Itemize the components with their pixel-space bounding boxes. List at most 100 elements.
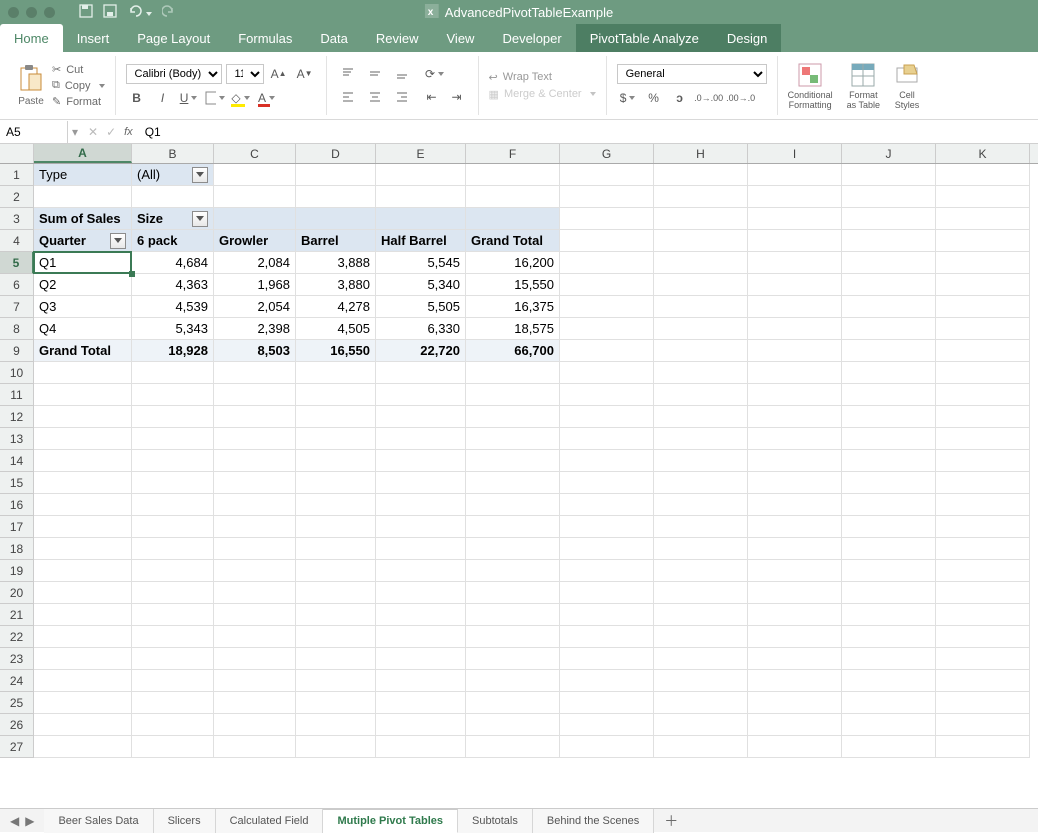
cell-F23[interactable]: [466, 648, 560, 670]
cell-E1[interactable]: [376, 164, 466, 186]
cell-B26[interactable]: [132, 714, 214, 736]
cell-C26[interactable]: [214, 714, 296, 736]
cell-F24[interactable]: [466, 670, 560, 692]
cell-C25[interactable]: [214, 692, 296, 714]
decrease-indent-button[interactable]: ⇤: [421, 87, 443, 107]
row-header-12[interactable]: 12: [0, 406, 34, 428]
tab-page-layout[interactable]: Page Layout: [123, 24, 224, 52]
cell-G14[interactable]: [560, 450, 654, 472]
cell-A13[interactable]: [34, 428, 132, 450]
cell-B11[interactable]: [132, 384, 214, 406]
cell-H3[interactable]: [654, 208, 748, 230]
filter-dropdown[interactable]: [192, 167, 208, 183]
size-dropdown[interactable]: [192, 211, 208, 227]
cell-I6[interactable]: [748, 274, 842, 296]
sheet-tab-beer-sales-data[interactable]: Beer Sales Data: [44, 809, 153, 833]
cell-G19[interactable]: [560, 560, 654, 582]
cell-F21[interactable]: [466, 604, 560, 626]
cell-E19[interactable]: [376, 560, 466, 582]
italic-button[interactable]: I: [152, 88, 174, 108]
cell-G2[interactable]: [560, 186, 654, 208]
save-icon[interactable]: [79, 4, 93, 21]
cell-I23[interactable]: [748, 648, 842, 670]
sheet-nav-next[interactable]: ▶: [25, 814, 34, 828]
cell-D27[interactable]: [296, 736, 376, 758]
cell-C1[interactable]: [214, 164, 296, 186]
cell-I11[interactable]: [748, 384, 842, 406]
cell-G6[interactable]: [560, 274, 654, 296]
row-header-5[interactable]: 5: [0, 252, 34, 274]
increase-decimal-button[interactable]: .0→.00: [695, 88, 723, 108]
row-header-13[interactable]: 13: [0, 428, 34, 450]
cell-G3[interactable]: [560, 208, 654, 230]
cell-D2[interactable]: [296, 186, 376, 208]
cell-C11[interactable]: [214, 384, 296, 406]
cell-J18[interactable]: [842, 538, 936, 560]
cell-C3[interactable]: [214, 208, 296, 230]
font-size-select[interactable]: 11: [226, 64, 264, 84]
row-header-25[interactable]: 25: [0, 692, 34, 714]
align-top-button[interactable]: [337, 64, 359, 84]
cell-C21[interactable]: [214, 604, 296, 626]
cell-B24[interactable]: [132, 670, 214, 692]
cell-C5[interactable]: 2,084: [214, 252, 296, 274]
cell-A24[interactable]: [34, 670, 132, 692]
cell-G13[interactable]: [560, 428, 654, 450]
cell-E11[interactable]: [376, 384, 466, 406]
cell-K23[interactable]: [936, 648, 1030, 670]
cell-J10[interactable]: [842, 362, 936, 384]
cell-D6[interactable]: 3,880: [296, 274, 376, 296]
cell-C24[interactable]: [214, 670, 296, 692]
increase-indent-button[interactable]: ⇥: [446, 87, 468, 107]
undo-icon[interactable]: [127, 4, 152, 21]
cell-J15[interactable]: [842, 472, 936, 494]
cell-E7[interactable]: 5,505: [376, 296, 466, 318]
cell-D20[interactable]: [296, 582, 376, 604]
cut-button[interactable]: ✂Cut: [52, 63, 105, 76]
cell-D21[interactable]: [296, 604, 376, 626]
cell-E14[interactable]: [376, 450, 466, 472]
cell-A8[interactable]: Q4: [34, 318, 132, 340]
cell-B13[interactable]: [132, 428, 214, 450]
cell-F8[interactable]: 18,575: [466, 318, 560, 340]
row-header-15[interactable]: 15: [0, 472, 34, 494]
cell-G26[interactable]: [560, 714, 654, 736]
cell-E15[interactable]: [376, 472, 466, 494]
row-header-18[interactable]: 18: [0, 538, 34, 560]
cell-J23[interactable]: [842, 648, 936, 670]
cell-I3[interactable]: [748, 208, 842, 230]
cell-I20[interactable]: [748, 582, 842, 604]
cell-K19[interactable]: [936, 560, 1030, 582]
cell-F25[interactable]: [466, 692, 560, 714]
cell-D3[interactable]: [296, 208, 376, 230]
cell-F12[interactable]: [466, 406, 560, 428]
sheet-tab-slicers[interactable]: Slicers: [154, 809, 216, 833]
cell-A10[interactable]: [34, 362, 132, 384]
cell-I27[interactable]: [748, 736, 842, 758]
cell-E9[interactable]: 22,720: [376, 340, 466, 362]
cell-F9[interactable]: 66,700: [466, 340, 560, 362]
namebox-dropdown[interactable]: ▾: [68, 125, 82, 139]
font-name-select[interactable]: Calibri (Body): [126, 64, 222, 84]
cell-B17[interactable]: [132, 516, 214, 538]
fill-handle[interactable]: [129, 271, 135, 277]
cell-A16[interactable]: [34, 494, 132, 516]
sheet-tab-behind-the-scenes[interactable]: Behind the Scenes: [533, 809, 654, 833]
cell-I9[interactable]: [748, 340, 842, 362]
cell-F6[interactable]: 15,550: [466, 274, 560, 296]
cell-B5[interactable]: 4,684: [132, 252, 214, 274]
cell-I24[interactable]: [748, 670, 842, 692]
cell-E22[interactable]: [376, 626, 466, 648]
cell-D10[interactable]: [296, 362, 376, 384]
underline-button[interactable]: U: [178, 88, 200, 108]
cell-I15[interactable]: [748, 472, 842, 494]
cell-F15[interactable]: [466, 472, 560, 494]
align-left-button[interactable]: [337, 87, 359, 107]
cell-J9[interactable]: [842, 340, 936, 362]
row-header-20[interactable]: 20: [0, 582, 34, 604]
cell-C23[interactable]: [214, 648, 296, 670]
cell-F1[interactable]: [466, 164, 560, 186]
cell-H14[interactable]: [654, 450, 748, 472]
number-format-select[interactable]: General: [617, 64, 767, 84]
cell-F17[interactable]: [466, 516, 560, 538]
